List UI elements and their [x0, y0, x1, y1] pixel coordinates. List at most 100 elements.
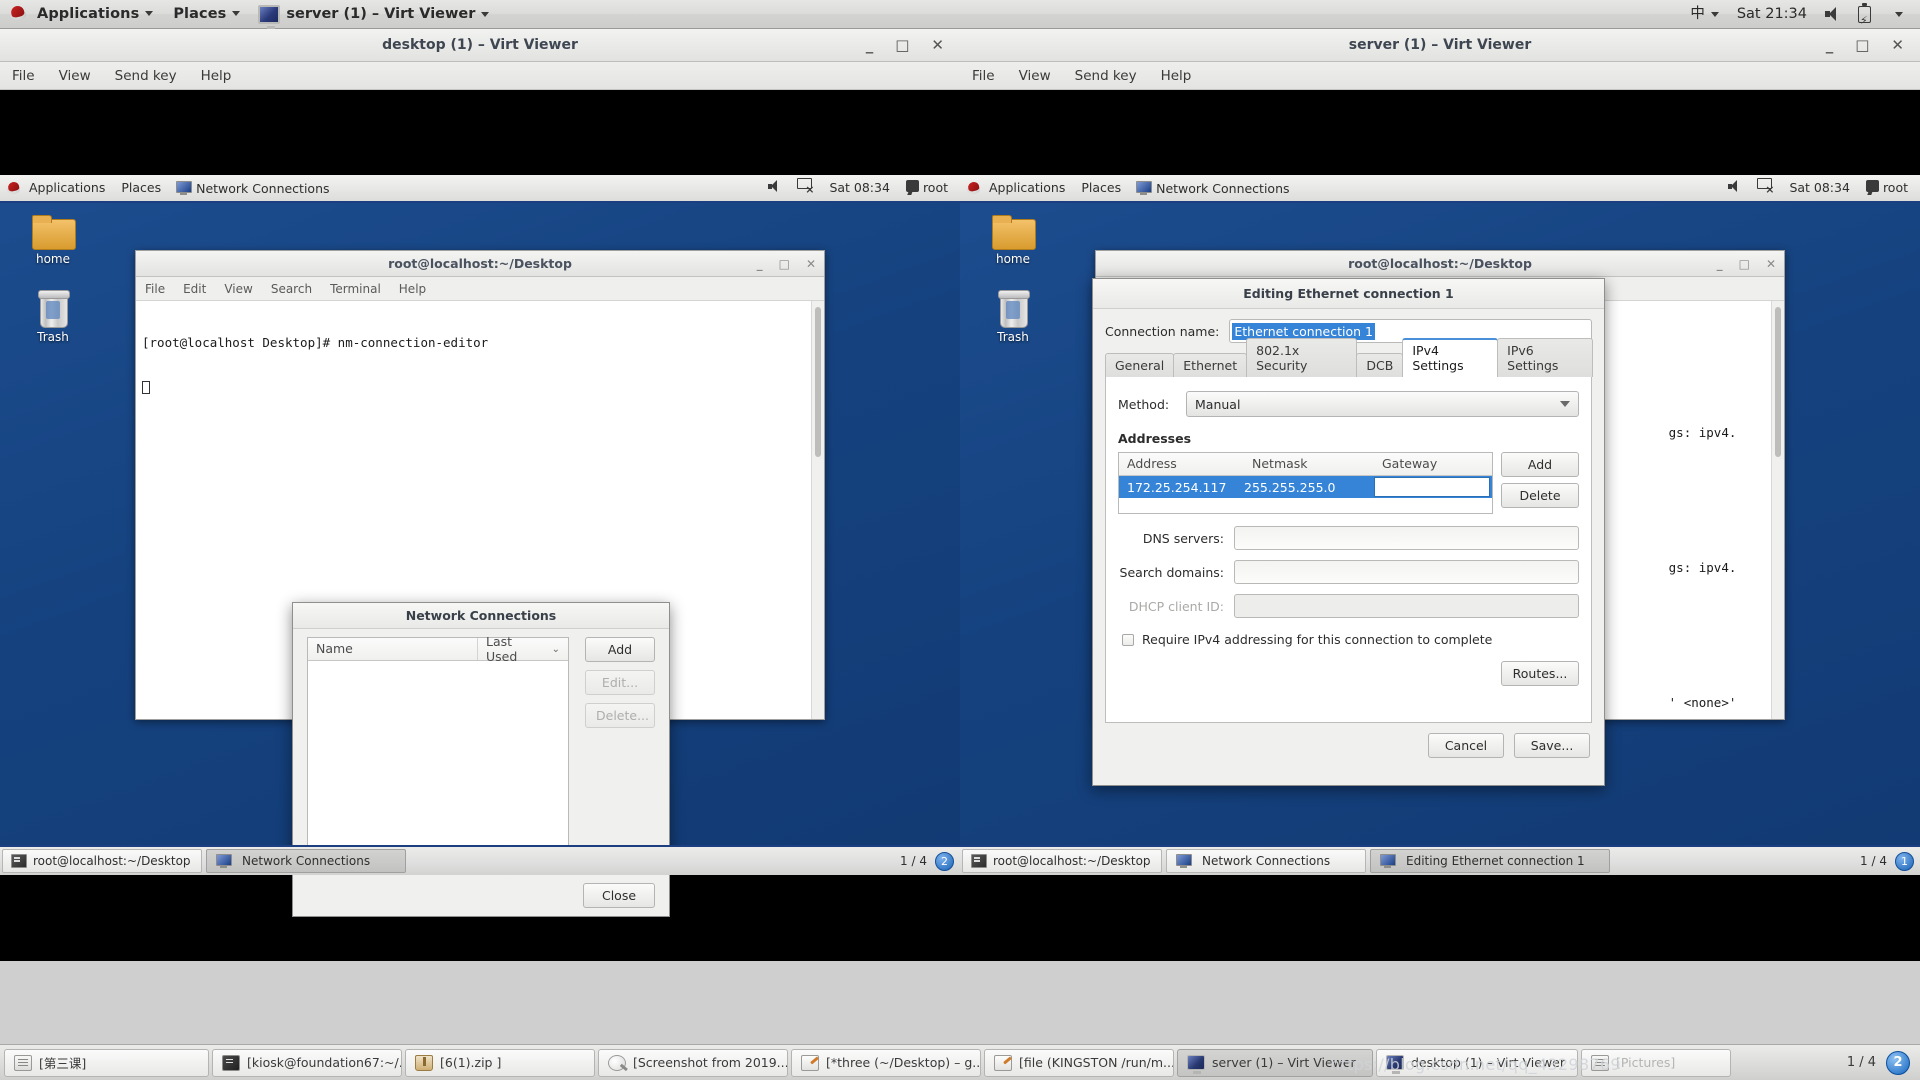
desktop-icon-trash[interactable]: Trash [980, 290, 1046, 344]
guest-window-list-item[interactable]: Network Connections [169, 174, 335, 202]
menu-file[interactable]: File [136, 282, 174, 296]
guest-menu-applications[interactable]: Applications [981, 174, 1073, 202]
host-taskbar-item-7[interactable]: desktop (1) – Virt Viewer [1376, 1048, 1578, 1077]
guest-volume-icon-wrap[interactable] [762, 174, 787, 202]
cancel-button[interactable]: Cancel [1428, 733, 1504, 758]
menu-view[interactable]: View [47, 62, 103, 90]
close-dialog-button[interactable]: Close [583, 883, 655, 908]
require-ipv4-checkbox[interactable] [1122, 633, 1134, 646]
routes-button[interactable]: Routes... [1501, 661, 1579, 686]
maximize-button[interactable]: □ [895, 38, 909, 53]
taskbar-item-terminal[interactable]: root@localhost:~/Desktop [2, 849, 202, 873]
tab-general[interactable]: General [1105, 353, 1175, 377]
host-taskbar-item-3[interactable]: [Screenshot from 2019... [598, 1048, 788, 1077]
menu-search[interactable]: Search [262, 282, 321, 296]
host-active-window[interactable]: server (1) – Virt Viewer [250, 4, 497, 29]
cell-gateway-input[interactable] [1374, 477, 1490, 497]
column-header-name[interactable]: Name [308, 638, 478, 660]
tab-dcb[interactable]: DCB [1356, 353, 1404, 377]
desktop-icon-trash[interactable]: Trash [20, 290, 86, 344]
taskbar-item-network-connections[interactable]: Network Connections [206, 849, 406, 873]
host-taskbar-item-4[interactable]: [*three (~/Desktop) – g... [791, 1048, 981, 1077]
table-row[interactable]: 172.25.254.117 255.255.255.0 [1119, 476, 1492, 498]
maximize-button[interactable]: □ [1855, 38, 1869, 53]
close-button[interactable]: ✕ [1766, 257, 1776, 271]
require-ipv4-row[interactable]: Require IPv4 addressing for this connect… [1118, 632, 1579, 647]
tab-ipv6-settings[interactable]: IPv6 Settings [1497, 338, 1593, 377]
column-header-gateway[interactable]: Gateway [1374, 453, 1492, 475]
minimize-button[interactable]: _ [1826, 38, 1834, 53]
addresses-table[interactable]: Address Netmask Gateway 172.25.254.117 2… [1118, 452, 1493, 514]
close-button[interactable]: ✕ [1891, 38, 1904, 53]
host-clock[interactable]: Sat 21:34 [1728, 0, 1816, 29]
maximize-button[interactable]: □ [1739, 257, 1750, 271]
connections-list[interactable]: Name Last Used ⌄ [307, 634, 569, 855]
close-button[interactable]: ✕ [931, 38, 944, 53]
desktop-icon-home[interactable]: home [980, 215, 1046, 266]
cell-netmask[interactable]: 255.255.255.0 [1244, 480, 1374, 495]
input-method-indicator[interactable]: 中 [1681, 0, 1728, 29]
host-taskbar-item-5[interactable]: [file (KINGSTON /run/m... [984, 1048, 1174, 1077]
method-select[interactable]: Manual [1186, 391, 1579, 417]
guest-menu-places[interactable]: Places [1073, 174, 1129, 202]
workspace-badge[interactable]: 2 [935, 851, 954, 871]
menu-help[interactable]: Help [390, 282, 435, 296]
host-menu-places[interactable]: Places [163, 0, 250, 29]
tab-8021x-security[interactable]: 802.1x Security [1246, 338, 1358, 377]
save-button[interactable]: Save... [1514, 733, 1590, 758]
menu-terminal[interactable]: Terminal [321, 282, 390, 296]
menu-view[interactable]: View [1007, 62, 1063, 90]
guest-network-icon-wrap[interactable] [791, 174, 819, 202]
host-taskbar-item-8[interactable]: [Pictures] [1581, 1048, 1731, 1077]
taskbar-item-terminal[interactable]: root@localhost:~/Desktop [962, 849, 1162, 873]
column-header-last-used[interactable]: Last Used ⌄ [478, 634, 568, 664]
column-header-netmask[interactable]: Netmask [1244, 453, 1374, 475]
menu-file[interactable]: File [0, 62, 47, 90]
taskbar-item-network-connections[interactable]: Network Connections [1166, 849, 1366, 873]
delete-address-button[interactable]: Delete [1501, 483, 1579, 508]
guest-clock[interactable]: Sat 08:34 [823, 174, 896, 202]
volume-indicator[interactable] [1816, 0, 1849, 29]
maximize-button[interactable]: □ [779, 257, 790, 271]
host-taskbar-item-0[interactable]: [第三课] [4, 1048, 209, 1077]
add-address-button[interactable]: Add [1501, 452, 1579, 477]
column-header-address[interactable]: Address [1119, 453, 1244, 475]
tab-ethernet[interactable]: Ethernet [1173, 353, 1248, 377]
guest-clock[interactable]: Sat 08:34 [1783, 174, 1856, 202]
guest-user-menu[interactable]: root [900, 174, 954, 202]
taskbar-item-editing-ethernet[interactable]: Editing Ethernet connection 1 [1370, 849, 1610, 873]
cell-address[interactable]: 172.25.254.117 [1119, 480, 1244, 495]
guest-menu-applications[interactable]: Applications [21, 174, 113, 202]
search-domains-input[interactable] [1234, 560, 1579, 584]
guest-menu-places[interactable]: Places [113, 174, 169, 202]
host-taskbar-item-1[interactable]: [kiosk@foundation67:~/... [212, 1048, 402, 1077]
menu-send-key[interactable]: Send key [1063, 62, 1149, 90]
host-workspace-badge[interactable]: 2 [1886, 1050, 1910, 1075]
minimize-button[interactable]: _ [1717, 257, 1723, 271]
add-connection-button[interactable]: Add [585, 637, 655, 662]
guest-network-icon-wrap[interactable] [1751, 174, 1779, 202]
tab-ipv4-settings[interactable]: IPv4 Settings [1402, 338, 1499, 377]
menu-help[interactable]: Help [189, 62, 244, 90]
menu-edit[interactable]: Edit [174, 282, 215, 296]
menu-help[interactable]: Help [1149, 62, 1204, 90]
workspace-badge[interactable]: 1 [1895, 851, 1914, 871]
guest-user-menu[interactable]: root [1860, 174, 1914, 202]
host-taskbar-item-6[interactable]: server (1) – Virt Viewer [1177, 1048, 1373, 1077]
terminal-scrollbar[interactable] [1771, 301, 1784, 719]
terminal-scrollbar[interactable] [811, 301, 824, 719]
host-taskbar-item-2[interactable]: [6(1).zip ] [405, 1048, 595, 1077]
guest-volume-icon-wrap[interactable] [1722, 174, 1747, 202]
host-menu-applications[interactable]: Applications [27, 0, 163, 29]
battery-indicator[interactable] [1849, 0, 1880, 35]
guest-window-list-item[interactable]: Network Connections [1129, 174, 1295, 202]
minimize-button[interactable]: _ [866, 38, 874, 53]
close-button[interactable]: ✕ [806, 257, 816, 271]
menu-view[interactable]: View [215, 282, 261, 296]
dns-servers-input[interactable] [1234, 526, 1579, 550]
menu-file[interactable]: File [960, 62, 1007, 90]
menu-send-key[interactable]: Send key [103, 62, 189, 90]
desktop-icon-home[interactable]: home [20, 215, 86, 266]
system-menu-button[interactable] [1880, 0, 1912, 29]
minimize-button[interactable]: _ [757, 257, 763, 271]
